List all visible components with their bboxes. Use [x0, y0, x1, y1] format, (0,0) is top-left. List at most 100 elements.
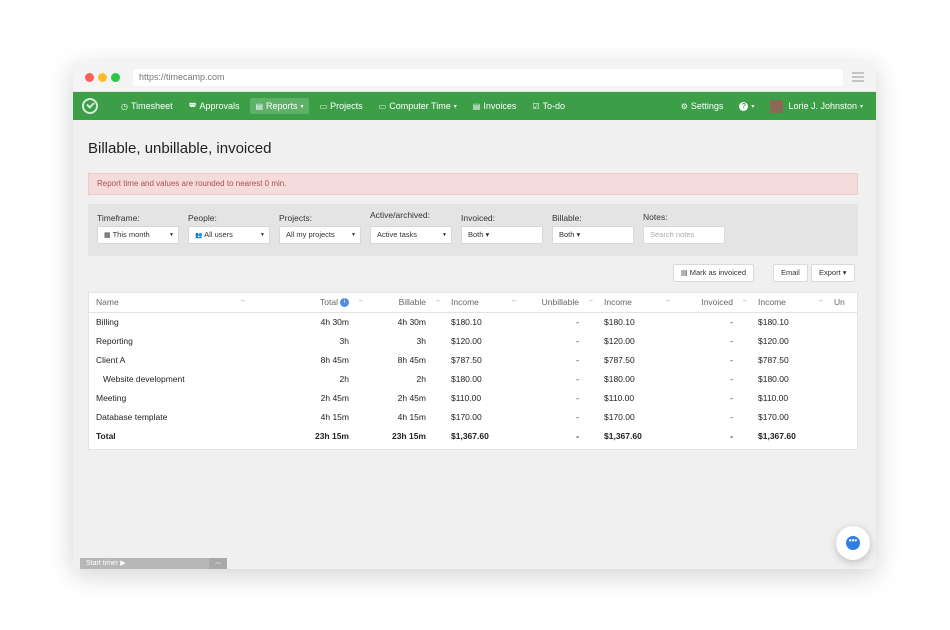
chevron-down-icon: ▾	[751, 103, 755, 110]
column-resize-icon[interactable]: ⇔	[358, 298, 364, 304]
help-button[interactable]: ? ▾	[734, 99, 759, 114]
info-icon[interactable]: i	[340, 298, 349, 308]
table-cell: -	[576, 373, 579, 384]
notes-label: Notes:	[643, 212, 668, 222]
table-row: Website development 2h 2h $180.00 - $180.00 - $…	[89, 369, 857, 388]
column-resize-icon[interactable]: ⇔	[511, 298, 517, 304]
people-select[interactable]: 👥 All users ▼	[188, 226, 270, 244]
nav-item-invoices[interactable]: ▤ Invoices	[468, 98, 522, 114]
column-resize-icon[interactable]: ⇔	[240, 298, 246, 304]
invoiced-select[interactable]: Both ▾	[461, 226, 543, 244]
dropdown-arrow-icon: ▼	[351, 232, 356, 238]
active-label: Active/archived:	[370, 210, 430, 220]
nav-item-label: Approvals	[199, 101, 240, 111]
menu-icon[interactable]	[852, 72, 864, 84]
nav-item-timesheet[interactable]: ◷ Timesheet	[116, 98, 178, 114]
table-cell: 4h 30m	[397, 316, 426, 327]
table-cell: 23h 15m	[314, 430, 349, 441]
clock-icon: ◷	[121, 101, 128, 111]
notes-search-input[interactable]: Search notes	[643, 226, 725, 244]
check-square-icon: ☑	[532, 101, 540, 111]
table-cell: -	[576, 316, 579, 327]
collapse-icon[interactable]: ︿	[209, 558, 227, 569]
avatar	[770, 99, 784, 113]
column-resize-icon[interactable]: ⇔	[818, 298, 824, 304]
column-header-income[interactable]: Income ⇔	[444, 293, 520, 313]
minimize-window-icon[interactable]	[98, 73, 107, 82]
active-filter: Active/archived: Active tasks ▼	[370, 210, 452, 244]
column-header-invoiced[interactable]: Invoiced ⇔	[674, 293, 751, 313]
active-value: Active tasks	[377, 230, 418, 239]
column-header-unbillable[interactable]: Unbillable ⇔	[520, 293, 597, 313]
close-window-icon[interactable]	[85, 73, 94, 82]
mark-as-invoiced-button[interactable]: ▤ Mark as invoiced	[673, 264, 754, 282]
invoiced-value: Both ▾	[468, 230, 490, 239]
timeframe-select[interactable]: ▦ This month ▼	[97, 226, 179, 244]
user-menu[interactable]: Lorie J. Johnston ▾	[765, 97, 868, 116]
filters-panel: Timeframe: ▦ This month ▼ People: 👥 All …	[88, 204, 858, 256]
nav-item-to-do[interactable]: ☑ To-do	[527, 98, 570, 114]
table-cell: $110.00	[604, 392, 635, 403]
table-cell: $180.00	[758, 373, 789, 384]
table-cell: 8h 45m	[397, 354, 426, 365]
column-header-label: Unbillable	[541, 297, 579, 308]
nav-item-computer-time[interactable]: ▭ Computer Time ▾	[374, 98, 462, 114]
billable-filter: Billable: Both ▾	[552, 213, 634, 244]
table-cell: $787.50	[604, 354, 635, 365]
column-header-income[interactable]: Income ⇔	[597, 293, 674, 313]
nav-item-approvals[interactable]: ◚ Approvals	[184, 98, 245, 114]
dropdown-arrow-icon: ▼	[260, 232, 265, 238]
table-cell: -	[730, 392, 733, 403]
table-cell: -	[576, 430, 579, 441]
laptop-icon: ▭	[378, 101, 387, 111]
maximize-window-icon[interactable]	[111, 73, 120, 82]
report-icon: ▤	[255, 101, 264, 111]
settings-label: Settings	[690, 101, 724, 111]
table-cell: $110.00	[758, 392, 789, 403]
billable-select[interactable]: Both ▾	[552, 226, 634, 244]
table-cell[interactable]: Billing	[89, 312, 249, 331]
table-cell[interactable]: Client A	[89, 350, 249, 369]
table-cell: -	[730, 411, 733, 422]
column-resize-icon[interactable]: ⇔	[435, 298, 441, 304]
nav-item-label: Invoices	[483, 101, 517, 111]
column-header-un[interactable]: Un	[827, 293, 857, 313]
table-cell[interactable]: Reporting	[89, 331, 249, 350]
table-cell[interactable]: Website development	[89, 369, 249, 388]
chat-widget-button[interactable]: •••	[836, 526, 870, 560]
nav-item-projects[interactable]: ▭ Projects	[315, 98, 368, 114]
active-select[interactable]: Active tasks ▼	[370, 226, 452, 244]
nav-item-label: Projects	[330, 101, 363, 111]
column-resize-icon[interactable]: ⇔	[665, 298, 671, 304]
column-resize-icon[interactable]: ⇔	[742, 298, 748, 304]
billable-value: Both ▾	[559, 230, 581, 239]
column-header-label: Income	[451, 297, 479, 308]
column-header-billable[interactable]: Billable ⇔	[367, 293, 444, 313]
folder-icon: ▭	[319, 101, 328, 111]
dropdown-arrow-icon: ▼	[442, 232, 447, 238]
column-header-name[interactable]: Name ⇔	[89, 293, 249, 313]
table-cell: $180.10	[758, 316, 789, 327]
projects-select[interactable]: All my projects ▼	[279, 226, 361, 244]
start-timer-bar[interactable]: Start timer ▶ ︿	[80, 558, 227, 569]
table-total-row: Total 23h 15m 23h 15m $1,367.60 - $1,367.60 - $…	[89, 426, 857, 445]
column-header-label: Income	[604, 297, 632, 308]
start-timer-label: Start timer ▶	[86, 560, 126, 567]
column-header-income[interactable]: Income ⇔	[751, 293, 827, 313]
address-bar[interactable]: https://timecamp.com	[133, 69, 843, 86]
table-cell[interactable]: Meeting	[89, 388, 249, 407]
export-button[interactable]: Export ▾	[811, 264, 855, 282]
column-resize-icon[interactable]: ⇔	[588, 298, 594, 304]
table-cell: $170.00	[758, 411, 789, 422]
column-header-label: Name	[96, 297, 119, 308]
main-content: Billable, unbillable, invoiced Report ti…	[88, 120, 858, 450]
column-header-total[interactable]: Total i ⇔	[249, 293, 367, 313]
timecamp-logo-icon[interactable]	[82, 98, 98, 114]
table-row: Database template 4h 15m 4h 15m $170.00 - $17…	[89, 407, 857, 426]
column-header-label: Invoiced	[701, 297, 733, 308]
table-cell[interactable]: Database template	[89, 407, 249, 426]
table-cell: $180.10	[604, 316, 635, 327]
email-button[interactable]: Email	[773, 264, 808, 282]
settings-button[interactable]: ⚙ Settings	[676, 98, 729, 114]
nav-item-reports[interactable]: ▤ Reports ▾	[250, 98, 309, 114]
